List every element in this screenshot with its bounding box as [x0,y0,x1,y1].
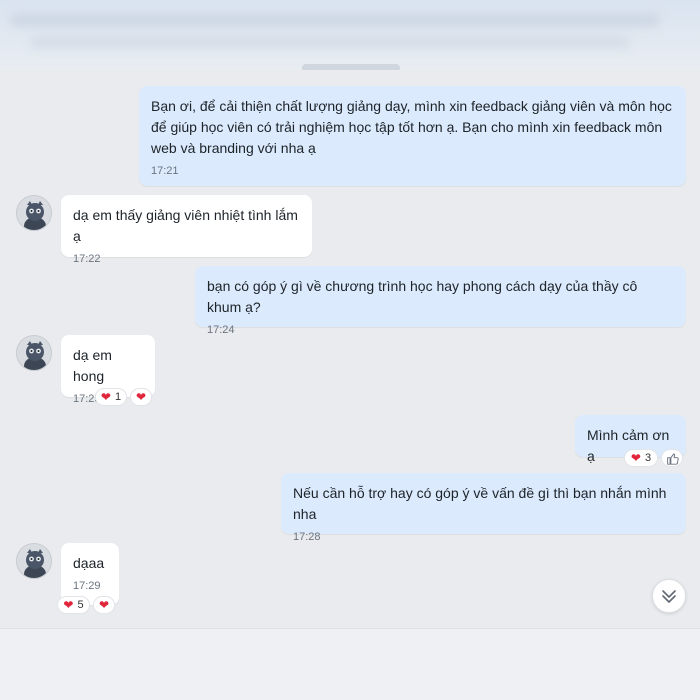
message-time: 17:22 [73,253,101,265]
heart-icon: ❤ [135,390,147,404]
incoming-message-bubble[interactable]: dạ em thấy giảng viên nhiệt tình lắm ạ 1… [61,195,312,265]
react-button[interactable] [661,449,683,467]
message-text: bạn có góp ý gì về chương trình học hay … [207,278,638,315]
scroll-to-bottom-button[interactable] [652,579,686,613]
blurred-header [0,0,700,70]
outgoing-message-bubble[interactable]: bạn có góp ý gì về chương trình học hay … [195,266,686,336]
message-text: Bạn ơi, để cải thiện chất lượng giảng dạ… [151,98,672,156]
message-text: Nếu cần hỗ trợ hay có góp ý về vấn đề gì… [293,485,667,522]
heart-icon: ❤ [630,451,641,465]
outgoing-message-bubble[interactable]: Nếu cần hỗ trợ hay có góp ý về vấn đề gì… [281,473,686,543]
message-time: 17:28 [293,531,321,543]
react-button[interactable]: ❤ [130,388,152,406]
message-text: dạ em thấy giảng viên nhiệt tình lắm ạ [73,207,298,244]
heart-icon: ❤ [98,598,110,612]
bottom-panel [0,628,700,700]
reaction-summary[interactable]: ❤ 1 [95,388,127,406]
reaction-count: 5 [77,599,84,611]
double-chevron-down-icon [662,590,676,603]
heart-icon: ❤ [63,598,74,612]
message-time: 17:24 [207,324,235,336]
reaction-summary[interactable]: ❤ 5 [57,596,90,614]
react-button[interactable]: ❤ [93,596,115,614]
contact-avatar[interactable] [16,195,52,231]
message-text: dạaa [73,555,105,571]
contact-avatar[interactable] [16,543,52,579]
reaction-count: 3 [644,452,652,464]
heart-icon: ❤ [100,390,111,404]
reaction-summary[interactable]: ❤ 3 [624,449,658,467]
message-text: dạ em hong [73,347,112,384]
thumbs-up-icon [666,453,679,465]
message-time: 17:21 [151,165,179,177]
contact-avatar[interactable] [16,335,52,371]
reaction-count: 1 [114,391,122,403]
message-time: 17:29 [73,580,101,592]
outgoing-message-bubble[interactable]: Bạn ơi, để cải thiện chất lượng giảng dạ… [139,86,686,186]
